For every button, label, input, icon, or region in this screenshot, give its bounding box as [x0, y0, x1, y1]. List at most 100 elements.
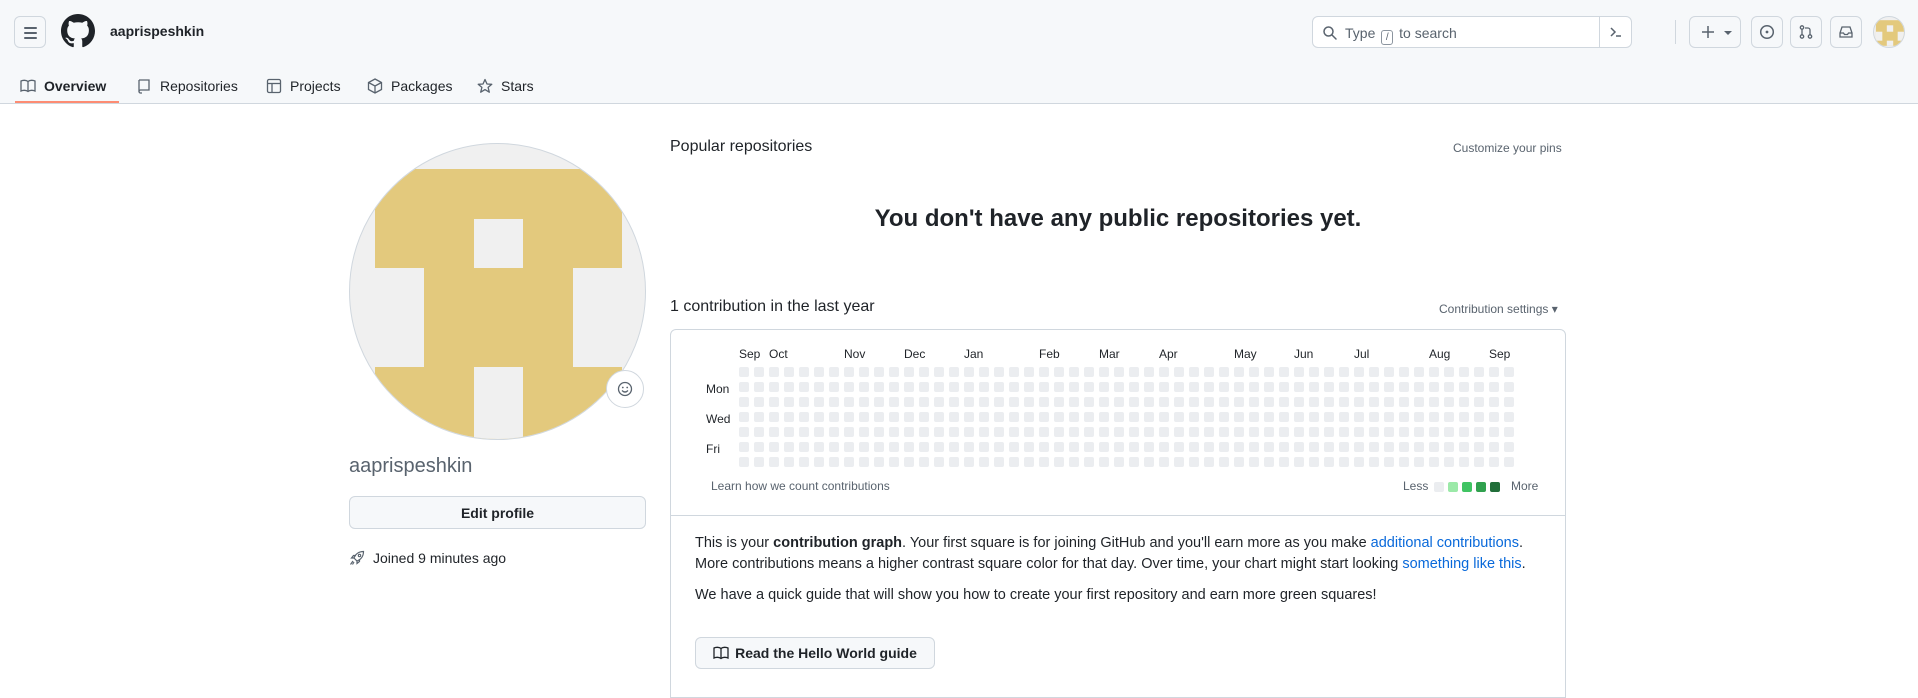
contribution-day-cell[interactable] — [1084, 457, 1094, 467]
contribution-day-cell[interactable] — [1174, 412, 1184, 422]
contribution-day-cell[interactable] — [889, 367, 899, 377]
contribution-day-cell[interactable] — [1369, 442, 1379, 452]
contribution-settings-dropdown[interactable]: Contribution settings ▾ — [1439, 302, 1558, 316]
learn-contributions-link[interactable]: Learn how we count contributions — [711, 479, 890, 493]
contribution-day-cell[interactable] — [919, 367, 929, 377]
contribution-day-cell[interactable] — [1249, 457, 1259, 467]
contribution-day-cell[interactable] — [1159, 382, 1169, 392]
contribution-day-cell[interactable] — [1114, 442, 1124, 452]
contribution-day-cell[interactable] — [1309, 367, 1319, 377]
tab-projects[interactable]: Projects — [266, 70, 341, 102]
contribution-day-cell[interactable] — [1444, 397, 1454, 407]
something-like-this-link[interactable]: something like this — [1402, 556, 1521, 572]
pull-requests-button[interactable] — [1790, 16, 1822, 48]
contribution-day-cell[interactable] — [889, 382, 899, 392]
contribution-day-cell[interactable] — [874, 382, 884, 392]
contribution-day-cell[interactable] — [904, 412, 914, 422]
contribution-day-cell[interactable] — [1504, 412, 1514, 422]
contribution-day-cell[interactable] — [1204, 397, 1214, 407]
contribution-day-cell[interactable] — [784, 457, 794, 467]
contribution-day-cell[interactable] — [994, 412, 1004, 422]
contribution-day-cell[interactable] — [994, 427, 1004, 437]
contribution-day-cell[interactable] — [874, 412, 884, 422]
contribution-day-cell[interactable] — [1219, 382, 1229, 392]
contribution-day-cell[interactable] — [814, 367, 824, 377]
contribution-day-cell[interactable] — [814, 412, 824, 422]
contribution-day-cell[interactable] — [904, 397, 914, 407]
contribution-day-cell[interactable] — [1504, 367, 1514, 377]
tab-stars[interactable]: Stars — [477, 70, 534, 102]
contribution-day-cell[interactable] — [1234, 367, 1244, 377]
contribution-day-cell[interactable] — [739, 457, 749, 467]
contribution-day-cell[interactable] — [799, 412, 809, 422]
contribution-day-cell[interactable] — [1459, 442, 1469, 452]
contribution-day-cell[interactable] — [934, 442, 944, 452]
contribution-day-cell[interactable] — [1099, 382, 1109, 392]
contribution-day-cell[interactable] — [844, 367, 854, 377]
contribution-day-cell[interactable] — [1024, 442, 1034, 452]
contribution-day-cell[interactable] — [1249, 397, 1259, 407]
contribution-day-cell[interactable] — [1384, 412, 1394, 422]
contribution-day-cell[interactable] — [1174, 442, 1184, 452]
contribution-day-cell[interactable] — [1144, 412, 1154, 422]
contribution-day-cell[interactable] — [1309, 382, 1319, 392]
contribution-day-cell[interactable] — [949, 412, 959, 422]
contribution-day-cell[interactable] — [1279, 412, 1289, 422]
contribution-day-cell[interactable] — [1084, 367, 1094, 377]
contribution-day-cell[interactable] — [799, 397, 809, 407]
contribution-day-cell[interactable] — [799, 457, 809, 467]
contribution-day-cell[interactable] — [1279, 427, 1289, 437]
contribution-day-cell[interactable] — [1189, 382, 1199, 392]
contribution-day-cell[interactable] — [904, 427, 914, 437]
contribution-day-cell[interactable] — [1084, 397, 1094, 407]
contribution-day-cell[interactable] — [874, 442, 884, 452]
user-avatar-menu[interactable] — [1873, 16, 1905, 48]
contribution-day-cell[interactable] — [1114, 367, 1124, 377]
contribution-day-cell[interactable] — [1159, 367, 1169, 377]
contribution-day-cell[interactable] — [1069, 412, 1079, 422]
contribution-day-cell[interactable] — [1429, 367, 1439, 377]
contribution-day-cell[interactable] — [889, 457, 899, 467]
contribution-day-cell[interactable] — [1144, 397, 1154, 407]
contribution-day-cell[interactable] — [1384, 427, 1394, 437]
contribution-day-cell[interactable] — [859, 397, 869, 407]
contribution-day-cell[interactable] — [1324, 382, 1334, 392]
contribution-day-cell[interactable] — [1009, 457, 1019, 467]
contribution-day-cell[interactable] — [1039, 397, 1049, 407]
contribution-day-cell[interactable] — [769, 427, 779, 437]
contribution-day-cell[interactable] — [1099, 397, 1109, 407]
contribution-day-cell[interactable] — [1384, 442, 1394, 452]
contribution-day-cell[interactable] — [889, 442, 899, 452]
contribution-day-cell[interactable] — [1444, 442, 1454, 452]
contribution-day-cell[interactable] — [754, 457, 764, 467]
create-new-button[interactable] — [1689, 16, 1741, 48]
contribution-day-cell[interactable] — [934, 412, 944, 422]
contribution-day-cell[interactable] — [769, 457, 779, 467]
contribution-day-cell[interactable] — [1384, 457, 1394, 467]
contribution-day-cell[interactable] — [1399, 427, 1409, 437]
contribution-day-cell[interactable] — [1264, 412, 1274, 422]
contribution-day-cell[interactable] — [1054, 442, 1064, 452]
contribution-day-cell[interactable] — [1219, 397, 1229, 407]
contribution-day-cell[interactable] — [1459, 397, 1469, 407]
contribution-day-cell[interactable] — [1324, 367, 1334, 377]
contribution-day-cell[interactable] — [1399, 397, 1409, 407]
contribution-day-cell[interactable] — [1429, 412, 1439, 422]
contribution-day-cell[interactable] — [1369, 427, 1379, 437]
contribution-day-cell[interactable] — [799, 427, 809, 437]
contribution-day-cell[interactable] — [1459, 412, 1469, 422]
contribution-day-cell[interactable] — [1294, 382, 1304, 392]
contribution-day-cell[interactable] — [1069, 382, 1079, 392]
contribution-day-cell[interactable] — [844, 382, 854, 392]
contribution-day-cell[interactable] — [1039, 457, 1049, 467]
contribution-day-cell[interactable] — [1144, 427, 1154, 437]
contribution-day-cell[interactable] — [1189, 397, 1199, 407]
contribution-day-cell[interactable] — [934, 367, 944, 377]
contribution-day-cell[interactable] — [1159, 397, 1169, 407]
contribution-day-cell[interactable] — [979, 382, 989, 392]
contribution-day-cell[interactable] — [1219, 442, 1229, 452]
contribution-day-cell[interactable] — [1174, 367, 1184, 377]
contribution-day-cell[interactable] — [1414, 367, 1424, 377]
header-username[interactable]: aaprispeshkin — [110, 23, 204, 39]
contribution-day-cell[interactable] — [1504, 442, 1514, 452]
